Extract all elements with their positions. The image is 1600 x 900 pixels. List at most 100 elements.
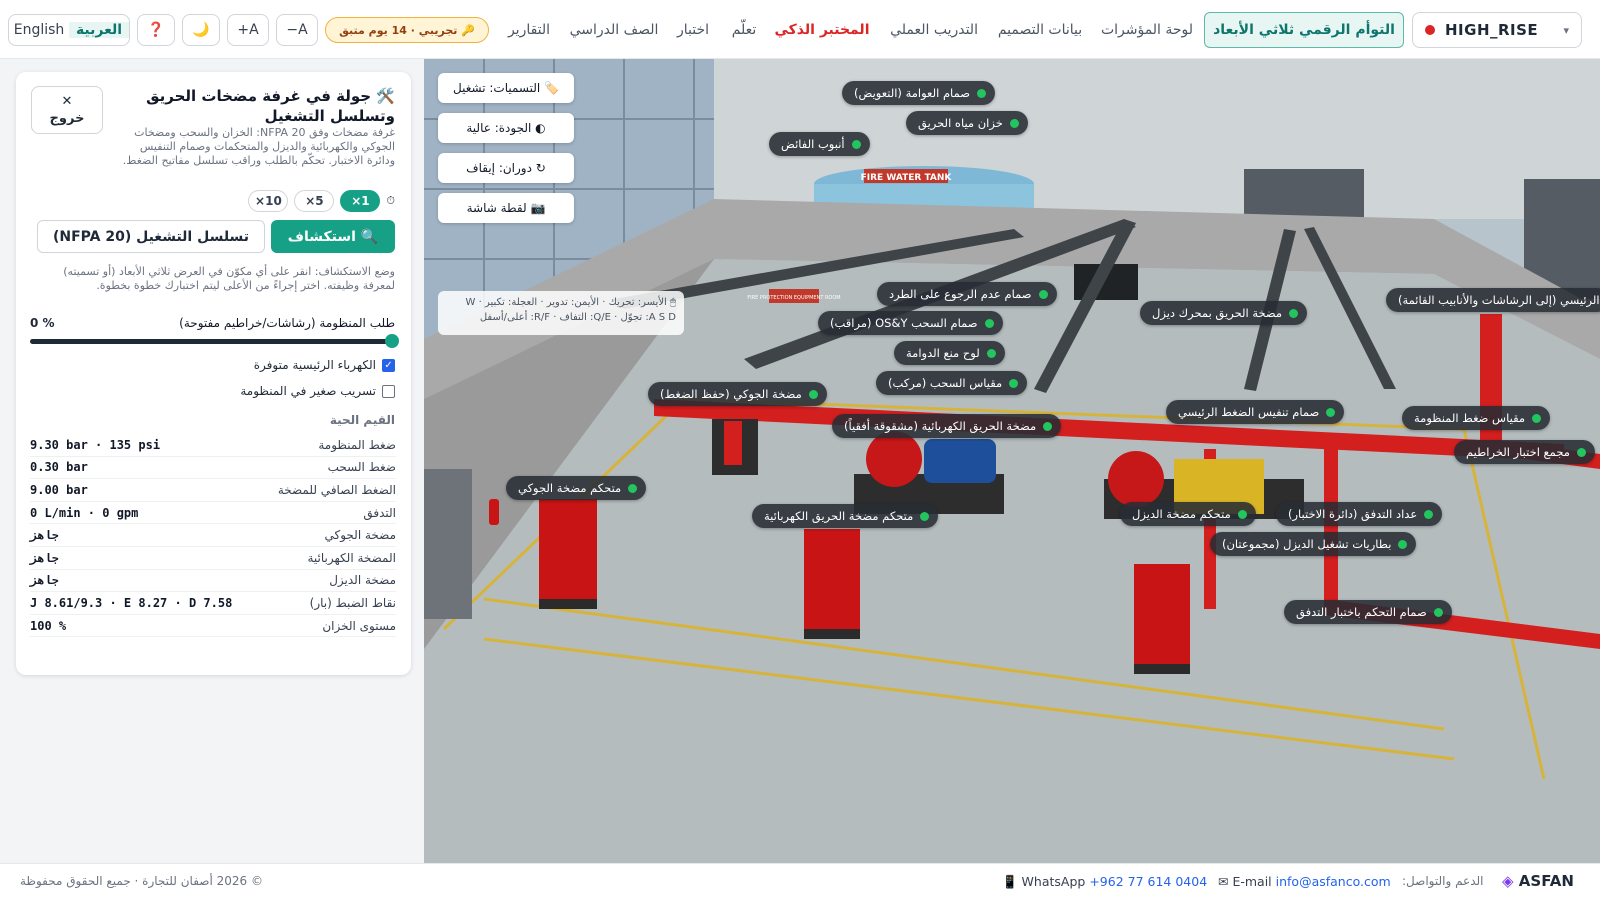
slider-thumb[interactable] — [385, 334, 399, 348]
live-row: ضغط السحب 0.30 bar — [30, 457, 396, 480]
status-dot — [1038, 289, 1048, 299]
checkbox-small-leak[interactable] — [382, 384, 395, 398]
label-text: مجمع اختبار الخراطيم — [1466, 445, 1570, 459]
status-dot — [808, 389, 818, 399]
live-row: مضخة الجوكي جاهز — [30, 524, 396, 547]
label-jockey-pump[interactable]: مضخة الجوكي (حفظ الضغط) — [648, 382, 827, 406]
label-float-valve[interactable]: صمام العوامة (التعويض) — [842, 81, 995, 105]
label-text: أنبوب الفائض — [781, 137, 845, 151]
status-dot — [986, 348, 996, 358]
check-leak-label: تسريب صغير في المنظومة — [240, 384, 376, 398]
label-jockey-controller[interactable]: متحكم مضخة الجوكي — [506, 476, 647, 500]
live-row: نقاط الضبط (بار) J 8.61/9.3 · E 8.27 · D … — [30, 592, 396, 615]
jockey-pump-model — [712, 419, 758, 475]
live-value: 100 % — [30, 618, 67, 633]
explore-mode-button[interactable]: 🔍 استكشاف — [271, 220, 395, 253]
label-diesel-pump[interactable]: مضخة الحريق بمحرك ديزل — [1140, 301, 1308, 325]
check-main-power-label: الكهرباء الرئيسية متوفرة — [253, 358, 376, 372]
labels-toggle-button[interactable]: 🏷️ التسميات: تشغيل — [438, 73, 574, 103]
explore-hint: وضع الاستكشاف: انقر على أي مكوّن في العر… — [63, 265, 395, 292]
label-flow-test-control-valve[interactable]: صمام التحكم باختبار التدفق — [1284, 600, 1452, 624]
nav-link-smart-lab[interactable]: المختبر الذكي — [770, 14, 874, 46]
label-discharge-check-valve[interactable]: صمام عدم الرجوع على الطرد — [877, 282, 1057, 306]
tour-panel: 🛠️ جولة في غرفة مضخات الحريق وتسلسل التش… — [16, 72, 411, 675]
screenshot-button[interactable]: 📷 لقطة شاشة — [438, 193, 574, 223]
label-text: بطاريات تشغيل الديزل (مجموعتان) — [1222, 537, 1392, 551]
live-value: J 8.61/9.3 · E 8.27 · D 7.58 — [30, 595, 233, 610]
help-icon[interactable]: ❓ — [137, 14, 175, 46]
demand-slider[interactable] — [30, 334, 399, 348]
email-link[interactable]: info@asfanco.com — [1276, 874, 1391, 889]
label-electric-controller[interactable]: متحكم مضخة الحريق الكهربائية — [752, 504, 939, 528]
font-increase-button[interactable]: A+ — [227, 14, 269, 46]
trial-badge: 🔑 تجريبي · 14 يوم متبق — [325, 17, 489, 43]
room-door — [424, 469, 472, 619]
whatsapp-link[interactable]: +962 77 614 0404 — [1089, 874, 1207, 889]
font-decrease-button[interactable]: A− — [276, 14, 318, 46]
checkbox-main-power[interactable]: ✓ — [382, 358, 395, 372]
nav-link-classroom[interactable]: الصف الدراسي — [564, 14, 664, 46]
moon-icon[interactable]: 🌙 — [182, 14, 220, 46]
label-main-relief-valve[interactable]: صمام تنفيس الضغط الرئيسي — [1166, 400, 1345, 424]
status-dot — [1009, 378, 1019, 388]
label-hose-test-header[interactable]: مجمع اختبار الخراطيم — [1454, 440, 1595, 464]
label-water-tank[interactable]: خزان مياه الحريق — [906, 111, 1028, 135]
live-value: 9.30 bar · 135 psi — [30, 437, 161, 452]
check-main-power-row[interactable]: ✓ الكهرباء الرئيسية متوفرة — [254, 358, 395, 372]
tab-digital-twin-3d[interactable]: التوأم الرقمي ثلاثي الأبعاد — [1204, 12, 1404, 48]
viewport-3d[interactable]: FIRE WATER TANK FIRE PROTECTION EQUIPMEN… — [424, 59, 1600, 863]
nav-link-dashboard[interactable]: لوحة المؤشرات — [1098, 14, 1196, 46]
label-text: مضخة الحريق الكهربائية (مشقوقة أفقياً) — [844, 419, 1037, 433]
label-suction-gauge[interactable]: مقياس السحب (مركب) — [876, 371, 1028, 395]
whatsapp-label: 📱 WhatsApp — [1002, 874, 1086, 889]
label-electric-pump[interactable]: مضخة الحريق الكهربائية (مشقوقة أفقياً) — [832, 414, 1062, 438]
lang-arabic-button[interactable]: العربية — [69, 22, 129, 38]
scene-select[interactable]: HIGH_RISE ▾ — [1412, 12, 1582, 48]
speed-1x-button[interactable]: 1× — [340, 190, 381, 212]
lang-english-button[interactable]: English — [9, 22, 69, 38]
nav-link-design-data[interactable]: بيانات التصميم — [990, 14, 1090, 46]
label-text: صمام العوامة (التعويض) — [854, 86, 970, 100]
label-text: مضخة الحريق بمحرك ديزل — [1152, 306, 1283, 320]
slider-track — [30, 339, 396, 344]
check-leak-row[interactable]: تسريب صغير في المنظومة — [240, 384, 395, 398]
operation-sequence-button[interactable]: تسلسل التشغيل (NFPA 20) — [37, 220, 265, 253]
live-key: المضخة الكهربائية — [307, 550, 397, 565]
brand-name: ASFAN — [1518, 872, 1574, 890]
nav-link-reports[interactable]: التقارير — [500, 14, 558, 46]
speed-selector: ⏱ 1× 5× 10× — [248, 190, 395, 212]
live-row: مستوى الخزان 100 % — [30, 615, 396, 638]
controls-hint-line: A S D: تجوّل · Q/E: التفاف · R/F: أعلى/أ… — [479, 312, 676, 323]
controls-hint-line: 🖱 الأيسر: تحريك · الأيمن: تدوير · العجلة… — [465, 297, 676, 308]
live-value: 0 L/min · 0 gpm — [30, 505, 139, 520]
live-row: الضغط الصافي للمضخة 9.00 bar — [30, 479, 396, 502]
label-text: مقياس ضغط المنظومة — [1414, 411, 1526, 425]
nav-link-practical-training[interactable]: التدريب العملي — [884, 14, 984, 46]
quality-button[interactable]: ◐ الجودة: عالية — [438, 113, 574, 143]
label-osy-suction-valve[interactable]: صمام السحب OS&Y (مراقب) — [818, 311, 1003, 335]
label-diesel-batteries[interactable]: بطاريات تشغيل الديزل (مجموعتان) — [1210, 532, 1417, 556]
email-label: ✉ E-mail — [1218, 874, 1272, 889]
label-overflow-pipe[interactable]: أنبوب الفائض — [769, 132, 870, 156]
exit-button[interactable]: ✕ خروج — [31, 86, 103, 134]
live-value: جاهز — [30, 573, 59, 588]
nav-link-learn[interactable]: تعلّم — [724, 14, 764, 46]
status-dot — [984, 318, 994, 328]
label-system-pressure-gauge[interactable]: مقياس ضغط المنظومة — [1402, 406, 1551, 430]
label-vortex-plate[interactable]: لوح منع الدوامة — [894, 341, 1005, 365]
label-diesel-controller[interactable]: متحكم مضخة الديزل — [1120, 502, 1256, 526]
label-flow-meter[interactable]: عداد التدفق (دائرة الاختبار) — [1276, 502, 1443, 526]
footer: ◈ ASFAN الدعم والتواصل: ✉ E-mail info@as… — [0, 863, 1600, 900]
demand-value: 0 % — [30, 316, 55, 330]
label-text: صمام السحب OS&Y (مراقب) — [830, 316, 978, 330]
speed-10x-button[interactable]: 10× — [248, 190, 289, 212]
pump-room-scene[interactable]: FIRE WATER TANK FIRE PROTECTION EQUIPMEN… — [424, 59, 1600, 863]
language-switch: العربية English — [8, 14, 130, 46]
nav-link-quiz[interactable]: اختبار — [670, 14, 716, 46]
status-dot — [976, 88, 986, 98]
panel-description: غرفة مضخات وفق NFPA 20: الخزان والسحب وم… — [122, 126, 395, 167]
speed-5x-button[interactable]: 5× — [294, 190, 335, 212]
rotate-toggle-button[interactable]: ↻ دوران: إيقاف — [438, 153, 574, 183]
label-main-riser[interactable]: الرئيسي (إلى الرشاشات والأنابيب القائمة) — [1386, 288, 1600, 312]
live-key: مستوى الخزان — [322, 618, 396, 633]
